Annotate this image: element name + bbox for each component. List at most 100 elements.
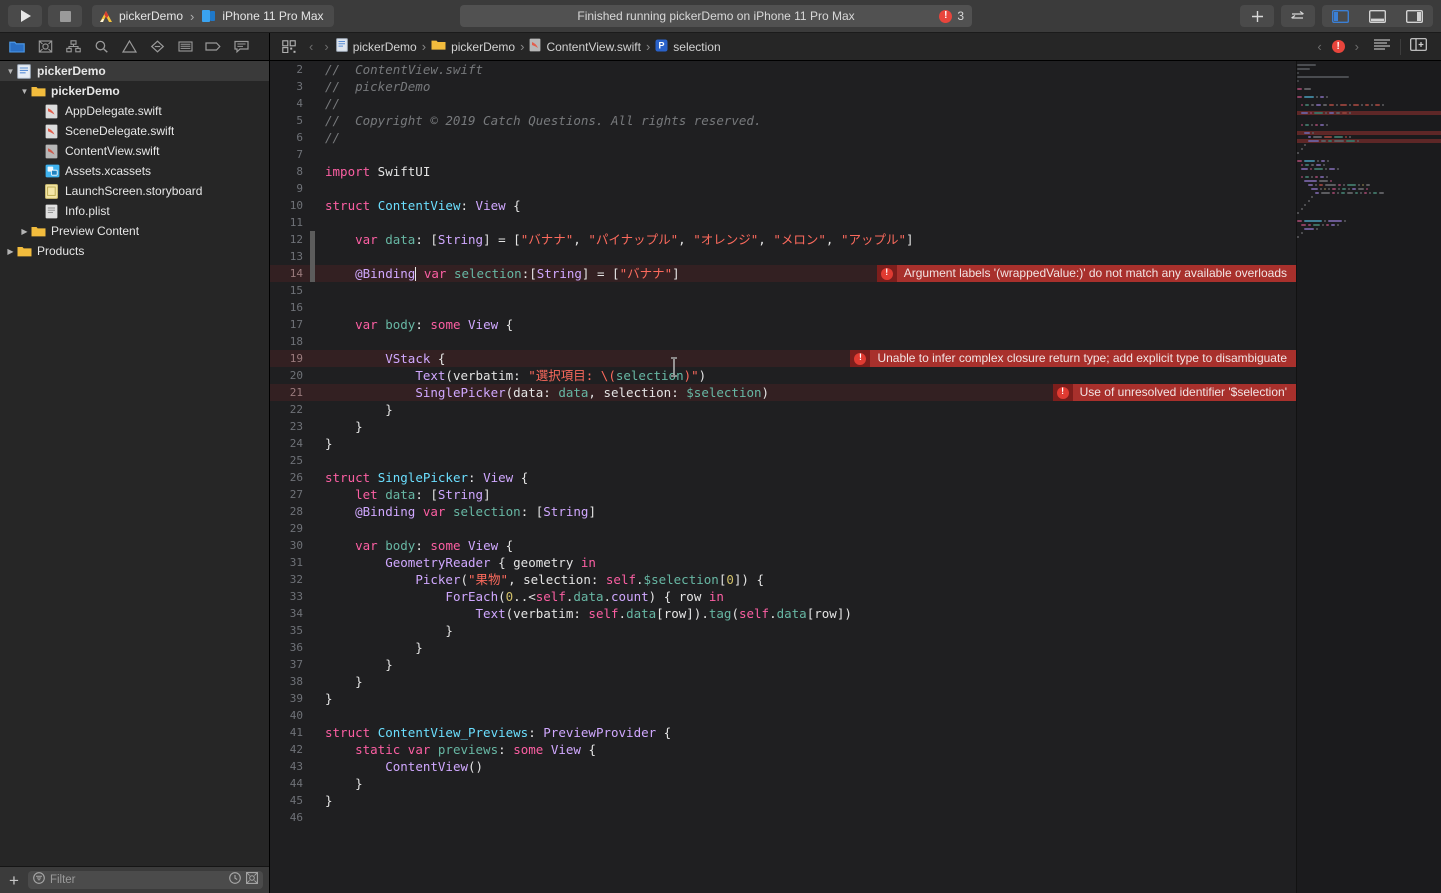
code-line[interactable]: 16 — [270, 299, 1296, 316]
code-text[interactable]: struct SinglePicker: View { — [315, 469, 1296, 486]
code-line[interactable]: 39} — [270, 690, 1296, 707]
code-line[interactable]: 30 var body: some View { — [270, 537, 1296, 554]
code-text[interactable] — [315, 180, 1296, 197]
code-line[interactable]: 43 ContentView() — [270, 758, 1296, 775]
code-line[interactable]: 19 VStack {! Unable to infer complex clos… — [270, 350, 1296, 367]
toggle-inspector-button[interactable] — [1396, 5, 1433, 27]
activity-status-bar[interactable]: Finished running pickerDemo on iPhone 11… — [460, 5, 972, 27]
code-line[interactable]: 42 static var previews: some View { — [270, 741, 1296, 758]
code-line[interactable]: 13 — [270, 248, 1296, 265]
code-line[interactable]: 8 import SwiftUI — [270, 163, 1296, 180]
tree-item-appdelegate-swift[interactable]: AppDelegate.swift — [0, 101, 269, 121]
code-line[interactable]: 6 // — [270, 129, 1296, 146]
code-text[interactable] — [315, 809, 1296, 826]
code-text[interactable]: // — [315, 129, 1296, 146]
code-text[interactable]: GeometryReader { geometry in — [315, 554, 1296, 571]
code-text[interactable]: } — [315, 639, 1296, 656]
add-editor-button[interactable] — [1240, 5, 1274, 27]
code-text[interactable] — [315, 520, 1296, 537]
tree-item-pickerdemo[interactable]: ▼ pickerDemo — [0, 81, 269, 101]
stop-button[interactable] — [48, 5, 82, 27]
code-text[interactable]: ContentView() — [315, 758, 1296, 775]
status-error-group[interactable]: ! 3 — [939, 9, 964, 23]
code-text[interactable]: var data: [String] = ["バナナ", "パイナップル", "… — [315, 231, 1296, 248]
disclosure-triangle-closed-icon[interactable]: ▶ — [4, 247, 17, 256]
disclosure-triangle-open-icon[interactable]: ▼ — [4, 67, 17, 76]
code-text[interactable]: @Binding var selection: [String] — [315, 503, 1296, 520]
code-text[interactable]: struct ContentView_Previews: PreviewProv… — [315, 724, 1296, 741]
code-text[interactable]: } — [315, 775, 1296, 792]
code-line[interactable]: 23 } — [270, 418, 1296, 435]
recent-files-icon[interactable] — [229, 871, 241, 889]
debug-navigator-tab[interactable] — [172, 36, 198, 58]
code-line[interactable]: 38 } — [270, 673, 1296, 690]
code-line[interactable]: 5 // Copyright © 2019 Catch Questions. Al… — [270, 112, 1296, 129]
source-control-navigator-tab[interactable] — [32, 36, 58, 58]
code-text[interactable]: import SwiftUI — [315, 163, 1296, 180]
code-text[interactable] — [315, 333, 1296, 350]
code-text[interactable]: let data: [String] — [315, 486, 1296, 503]
code-line[interactable]: 25 — [270, 452, 1296, 469]
code-line[interactable]: 17 var body: some View { — [270, 316, 1296, 333]
add-file-button[interactable]: + — [6, 872, 22, 889]
code-text[interactable] — [315, 248, 1296, 265]
code-text[interactable]: var body: some View { — [315, 537, 1296, 554]
code-text[interactable] — [315, 299, 1296, 316]
issue-navigator-tab[interactable] — [116, 36, 142, 58]
tree-item-scenedelegate-swift[interactable]: SceneDelegate.swift — [0, 121, 269, 141]
code-line[interactable]: 24} — [270, 435, 1296, 452]
code-line[interactable]: 44 } — [270, 775, 1296, 792]
code-line[interactable]: 4 // — [270, 95, 1296, 112]
tree-item-contentview-swift[interactable]: ContentView.swift — [0, 141, 269, 161]
code-text[interactable]: // pickerDemo — [315, 78, 1296, 95]
code-line[interactable]: 12 var data: [String] = ["バナナ", "パイナップル"… — [270, 231, 1296, 248]
code-text[interactable]: } — [315, 656, 1296, 673]
symbol-navigator-tab[interactable] — [60, 36, 86, 58]
code-text[interactable]: } — [315, 792, 1296, 809]
tree-item-info-plist[interactable]: Info.plist — [0, 201, 269, 221]
code-line[interactable]: 36 } — [270, 639, 1296, 656]
run-button[interactable] — [8, 5, 42, 27]
related-items-icon[interactable] — [276, 36, 302, 58]
code-text[interactable] — [315, 452, 1296, 469]
code-line[interactable]: 37 } — [270, 656, 1296, 673]
code-line[interactable]: 31 GeometryReader { geometry in — [270, 554, 1296, 571]
tree-item-launchscreen-storyboard[interactable]: LaunchScreen.storyboard — [0, 181, 269, 201]
breadcrumb-item-folder[interactable]: pickerDemo — [431, 39, 515, 54]
scheme-selector[interactable]: pickerDemo › iPhone 11 Pro Max — [92, 5, 334, 27]
breadcrumb-item-project[interactable]: pickerDemo — [335, 38, 417, 55]
code-text[interactable] — [315, 707, 1296, 724]
code-text[interactable]: Picker("果物", selection: self.$selection[… — [315, 571, 1296, 588]
code-text[interactable] — [315, 282, 1296, 299]
editor-minimap[interactable] — [1296, 61, 1441, 893]
code-line[interactable]: 35 } — [270, 622, 1296, 639]
nav-forward-button[interactable]: › — [320, 39, 332, 54]
inline-error-badge[interactable]: ! Use of unresolved identifier '$selectio… — [1052, 384, 1296, 401]
code-line[interactable]: 33 ForEach(0..<self.data.count) { row in — [270, 588, 1296, 605]
code-text[interactable]: // ContentView.swift — [315, 61, 1296, 78]
code-line[interactable]: 41 struct ContentView_Previews: PreviewPr… — [270, 724, 1296, 741]
code-text[interactable]: struct ContentView: View { — [315, 197, 1296, 214]
folder-navigator-tab[interactable] — [4, 36, 30, 58]
code-text[interactable]: } — [315, 401, 1296, 418]
breakpoint-navigator-tab[interactable] — [200, 36, 226, 58]
code-text[interactable]: Text(verbatim: self.data[row]).tag(self.… — [315, 605, 1296, 622]
inline-error-badge[interactable]: ! Argument labels '(wrappedValue:)' do no… — [876, 265, 1296, 282]
code-line[interactable]: 2 // ContentView.swift — [270, 61, 1296, 78]
toggle-debug-area-button[interactable] — [1359, 5, 1396, 27]
source-editor[interactable]: 2 // ContentView.swift 3 // pickerDemo 4 // 5 /… — [270, 61, 1296, 893]
code-text[interactable]: // — [315, 95, 1296, 112]
code-text[interactable]: var body: some View { — [315, 316, 1296, 333]
tree-item-products[interactable]: ▶ Products — [0, 241, 269, 261]
code-text[interactable]: } — [315, 690, 1296, 707]
next-issue-button[interactable]: › — [1351, 39, 1363, 54]
code-text[interactable]: } — [315, 622, 1296, 639]
code-line[interactable]: 14 @Binding var selection:[String] = ["バ… — [270, 265, 1296, 282]
add-assistant-editor-icon[interactable] — [1410, 37, 1427, 56]
project-tree[interactable]: ▼ pickerDemo ▼ pickerDemo AppDelegate.swift S… — [0, 61, 269, 866]
code-line[interactable]: 10 struct ContentView: View { — [270, 197, 1296, 214]
tree-item-assets-xcassets[interactable]: Assets.xcassets — [0, 161, 269, 181]
code-line[interactable]: 18 — [270, 333, 1296, 350]
toggle-navigator-button[interactable] — [1322, 5, 1359, 27]
swap-editor-button[interactable] — [1281, 5, 1315, 27]
